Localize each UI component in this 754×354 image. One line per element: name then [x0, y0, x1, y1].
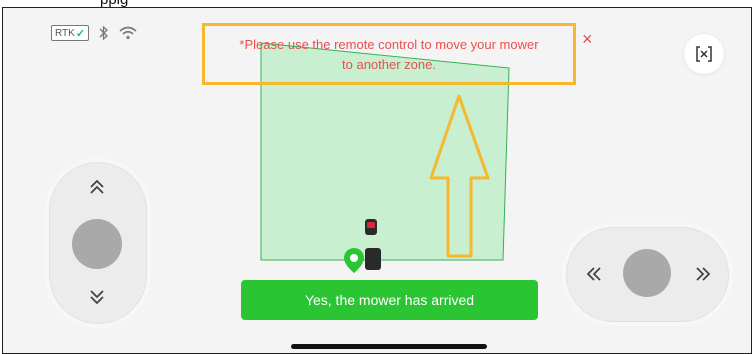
joystick-knob[interactable]	[623, 249, 671, 297]
exit-fullscreen-button[interactable]	[684, 34, 724, 74]
wifi-icon	[119, 26, 137, 40]
charging-station-icon	[365, 248, 381, 270]
mower-remote-screen: RTK ✓ *Please use the remote control to m…	[2, 7, 752, 354]
up-double-chevron-icon[interactable]	[87, 178, 107, 196]
rtk-label: RTK	[55, 27, 75, 39]
mower-arrived-button[interactable]: Yes, the mower has arrived	[241, 280, 538, 320]
screen: ppig RTK✓	[0, 0, 754, 354]
bluetooth-icon	[99, 25, 109, 41]
forward-backward-joystick[interactable]	[49, 162, 147, 324]
notice-line-1: *Please use the remote control to move y…	[239, 37, 539, 52]
down-double-chevron-icon[interactable]	[87, 288, 107, 306]
status-bar: RTK ✓	[51, 25, 137, 41]
left-right-joystick[interactable]	[566, 227, 729, 322]
rtk-check-icon: ✓	[75, 27, 86, 40]
instruction-notice: *Please use the remote control to move y…	[202, 23, 576, 85]
joystick-knob[interactable]	[72, 219, 122, 269]
home-indicator[interactable]	[291, 344, 487, 349]
left-double-chevron-icon[interactable]	[585, 264, 603, 284]
mower-icon	[365, 219, 377, 235]
location-pin-icon	[344, 248, 364, 273]
notice-close-button[interactable]: ×	[582, 30, 593, 48]
rtk-indicator: RTK ✓	[51, 25, 90, 41]
exit-fullscreen-icon	[696, 46, 712, 62]
right-double-chevron-icon[interactable]	[694, 264, 712, 284]
notice-line-2: to another zone.	[342, 57, 436, 72]
